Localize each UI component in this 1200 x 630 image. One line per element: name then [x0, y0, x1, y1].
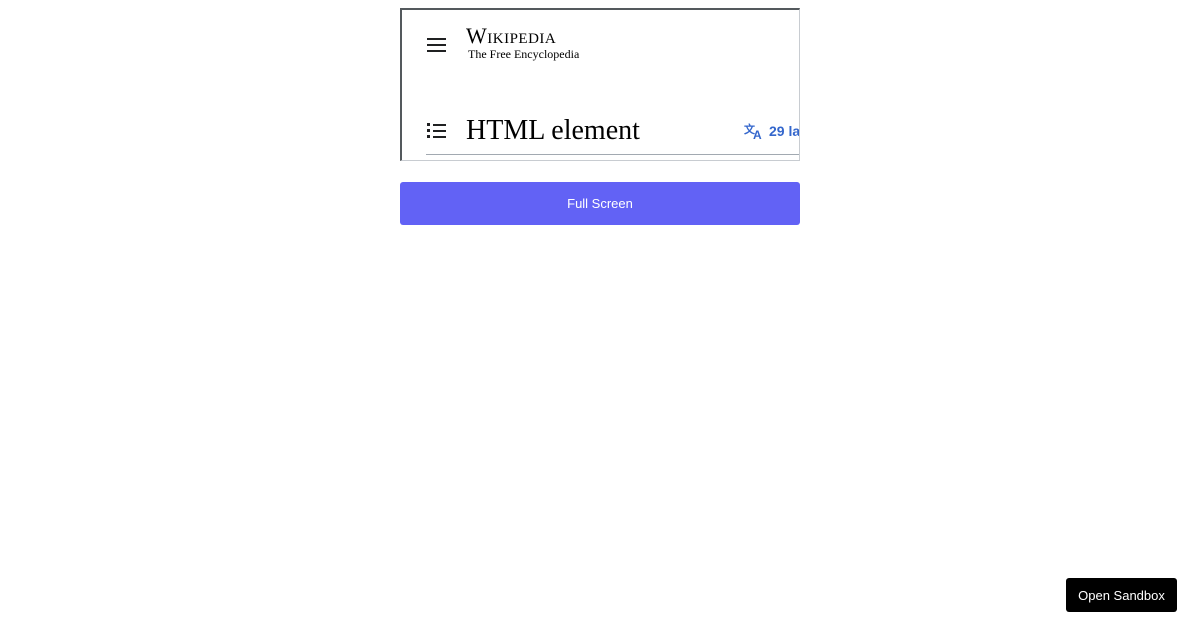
- title-divider: [426, 154, 799, 155]
- table-of-contents-icon[interactable]: [427, 123, 446, 138]
- language-button[interactable]: 文 A 29 la: [744, 120, 800, 142]
- open-sandbox-button[interactable]: Open Sandbox: [1066, 578, 1177, 612]
- wikipedia-embed-frame: Wikipedia The Free Encyclopedia HTML ele…: [400, 8, 800, 161]
- hamburger-menu-icon[interactable]: [427, 38, 446, 52]
- translate-icon: 文 A: [744, 122, 762, 140]
- full-screen-button[interactable]: Full Screen: [400, 182, 800, 225]
- svg-text:A: A: [753, 128, 762, 140]
- language-button-label: 29 la: [769, 123, 800, 139]
- wikipedia-tagline: The Free Encyclopedia: [468, 47, 580, 61]
- page-title: HTML element: [466, 115, 640, 146]
- wikipedia-wordmark[interactable]: Wikipedia: [466, 24, 556, 48]
